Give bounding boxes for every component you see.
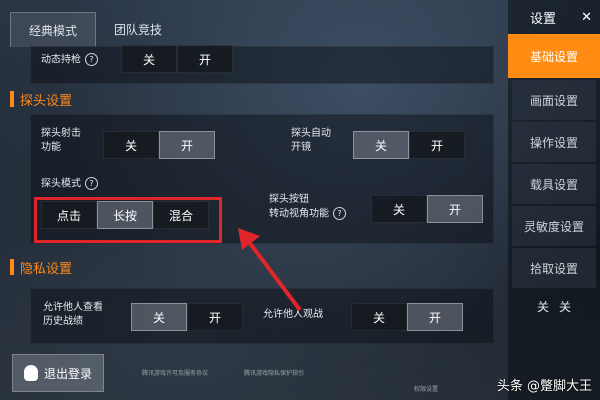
service-agreement-link[interactable]: 腾讯游戏许可及服务协议 bbox=[142, 368, 208, 377]
peek-button-view-off-button[interactable]: 关 bbox=[371, 195, 427, 223]
peek-auto-scope-on-button[interactable]: 开 bbox=[409, 131, 465, 159]
permission-settings-link[interactable]: 权限设置 bbox=[414, 384, 438, 393]
qq-icon bbox=[23, 365, 38, 381]
tab-classic-mode[interactable]: 经典模式 bbox=[10, 12, 97, 47]
highlight-box bbox=[34, 197, 222, 243]
allow-spectate-on-button[interactable]: 开 bbox=[407, 303, 463, 331]
peek-auto-scope-label: 探头自动 开镜 bbox=[291, 128, 331, 153]
section-accent-bar bbox=[10, 91, 14, 107]
sidebar-item-graphics[interactable]: 画面设置 bbox=[512, 80, 596, 120]
allow-spectate-toggle: 关 开 bbox=[351, 303, 463, 331]
peek-section-title: 探头设置 bbox=[20, 93, 73, 109]
sidebar-item-basic[interactable]: 基础设置 bbox=[508, 34, 600, 78]
sidebar-item-extra-2[interactable]: 关 bbox=[559, 298, 571, 315]
sidebar-item-vehicle[interactable]: 载具设置 bbox=[512, 164, 596, 204]
peek-auto-scope-off-button[interactable]: 关 bbox=[353, 131, 409, 159]
sidebar-title: 设置 bbox=[530, 11, 557, 27]
allow-view-record-off-button[interactable]: 关 bbox=[131, 303, 187, 331]
watermark: 头条 @蹩脚大王 bbox=[496, 379, 592, 394]
dynamic-fire-off-button[interactable]: 关 bbox=[121, 45, 177, 73]
dynamic-fire-label: 动态持枪? bbox=[41, 53, 98, 68]
help-icon[interactable]: ? bbox=[85, 177, 98, 190]
sidebar-item-controls[interactable]: 操作设置 bbox=[512, 122, 596, 162]
sidebar-header: 设置 ✕ bbox=[508, 0, 600, 34]
dynamic-fire-card: 动态持枪? 关 开 bbox=[30, 45, 494, 84]
tab-team-deathmatch[interactable]: 团队竞技 bbox=[96, 12, 180, 46]
section-accent-bar bbox=[10, 259, 14, 275]
sidebar-item-extra-1[interactable]: 关 bbox=[537, 298, 549, 315]
peek-fire-on-button[interactable]: 开 bbox=[159, 131, 215, 159]
privacy-guide-link[interactable]: 腾讯游戏隐私保护指引 bbox=[244, 368, 304, 377]
help-icon[interactable]: ? bbox=[85, 53, 98, 66]
allow-spectate-off-button[interactable]: 关 bbox=[351, 303, 407, 331]
privacy-section-header: 隐私设置 bbox=[10, 256, 72, 278]
settings-sidebar: 设置 ✕ 基础设置 画面设置 操作设置 载具设置 灵敏度设置 拾取设置 关 关 bbox=[508, 0, 600, 400]
peek-mode-label: 探头模式? bbox=[41, 177, 98, 192]
peek-button-view-label: 探头按钮 转动视角功能? bbox=[269, 193, 346, 222]
arrow-icon bbox=[238, 228, 302, 312]
close-icon[interactable]: ✕ bbox=[581, 10, 592, 25]
help-icon[interactable]: ? bbox=[333, 207, 346, 220]
peek-button-view-toggle: 关 开 bbox=[371, 195, 483, 223]
sidebar-item-pickup[interactable]: 拾取设置 bbox=[512, 248, 596, 288]
allow-view-record-toggle: 关 开 bbox=[131, 303, 243, 331]
dynamic-fire-on-button[interactable]: 开 bbox=[177, 45, 233, 73]
dynamic-fire-toggle: 关 开 bbox=[121, 45, 233, 73]
privacy-section-title: 隐私设置 bbox=[20, 261, 73, 277]
peek-section-header: 探头设置 bbox=[10, 88, 72, 110]
peek-button-view-on-button[interactable]: 开 bbox=[427, 195, 483, 223]
logout-label: 退出登录 bbox=[43, 366, 92, 381]
allow-view-record-label: 允许他人查看 历史战绩 bbox=[43, 302, 103, 327]
peek-auto-scope-toggle: 关 开 bbox=[353, 131, 465, 159]
peek-fire-label: 探头射击 功能 bbox=[41, 128, 81, 153]
logout-button[interactable]: 退出登录 bbox=[12, 354, 104, 392]
mode-tabs: 经典模式 团队竞技 bbox=[10, 12, 180, 47]
sidebar-item-sensitivity[interactable]: 灵敏度设置 bbox=[512, 206, 596, 246]
peek-fire-toggle: 关 开 bbox=[103, 131, 215, 159]
peek-fire-off-button[interactable]: 关 bbox=[103, 131, 159, 159]
